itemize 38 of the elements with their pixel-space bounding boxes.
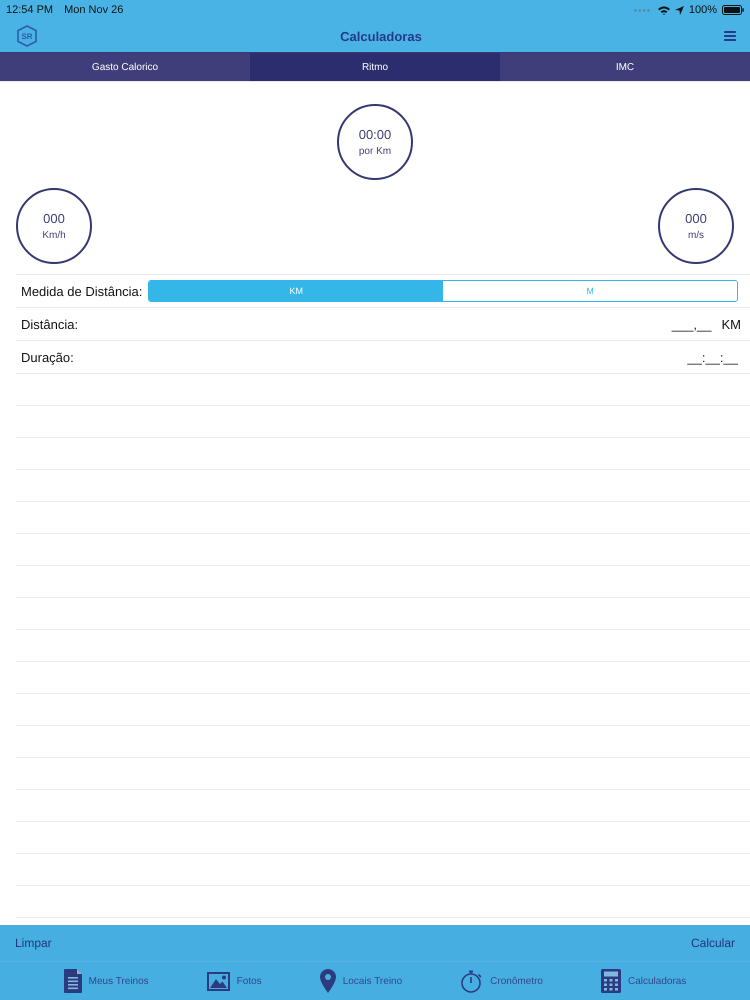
document-icon — [64, 969, 82, 993]
tab-bar-item[interactable]: Meus Treinos — [64, 969, 149, 993]
battery-percent: 100% — [688, 4, 717, 16]
status-date: Mon Nov 26 — [64, 4, 124, 16]
hexagon-logo: SR — [16, 25, 38, 47]
tab-bar-item[interactable]: Locais Treino — [320, 969, 402, 993]
field-label: Medida de Distância: — [21, 284, 142, 298]
unit-label: KM — [722, 316, 741, 332]
field-label: Duração: — [21, 350, 74, 364]
menu-icon[interactable] — [724, 31, 736, 41]
nav-title: Calculadoras — [339, 28, 423, 44]
gauge-value: 00:00 — [358, 127, 392, 142]
map-pin-icon — [320, 969, 336, 993]
clear-button[interactable]: Limpar — [15, 936, 52, 950]
segment-option[interactable]: KM — [149, 281, 444, 301]
tab[interactable]: Gasto Calorico — [0, 53, 250, 81]
tab[interactable]: IMC — [500, 53, 750, 81]
input-field[interactable]: ___,__ — [672, 316, 712, 332]
tab-bar-item[interactable]: Cronômetro — [460, 970, 543, 992]
signal-dots-icon — [634, 8, 650, 12]
tab-bar-item[interactable]: Fotos — [206, 972, 262, 990]
image-icon — [206, 972, 230, 990]
location-arrow-icon — [674, 6, 684, 14]
stopwatch-icon — [460, 970, 484, 992]
gauge-value: 000 — [685, 211, 707, 226]
tab[interactable]: Ritmo — [250, 53, 500, 81]
gauge-value: 000 — [43, 211, 65, 226]
wifi-icon — [658, 6, 670, 14]
tab-bar-item[interactable]: Calculadoras — [600, 969, 686, 993]
input-field[interactable]: __:__:__ — [687, 350, 738, 364]
field-label: Distância: — [21, 316, 78, 332]
gauge-unit: por Km — [358, 146, 392, 157]
calculator-icon — [600, 969, 621, 993]
status-time: 12:54 PM — [6, 4, 54, 16]
calculate-button[interactable]: Calcular — [690, 936, 735, 950]
gauge-unit: Km/h — [42, 230, 66, 241]
battery-icon — [722, 5, 744, 15]
gauge-unit: m/s — [688, 230, 704, 241]
